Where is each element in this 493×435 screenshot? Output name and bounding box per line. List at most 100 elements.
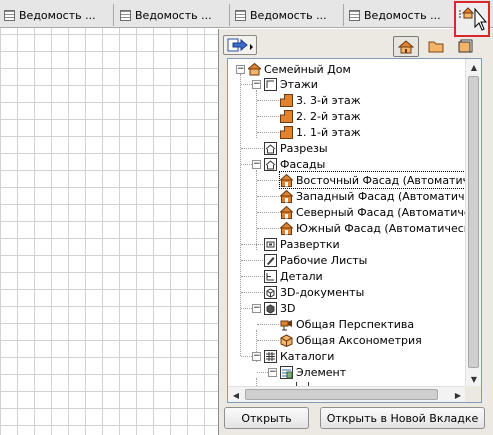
tree-item-details[interactable]: Детали: [264, 268, 323, 284]
tab-label: Ведомость ...: [19, 8, 96, 22]
tree-label: 3D-документы: [280, 285, 365, 299]
tree-label: 1. 1-й этаж: [296, 125, 361, 139]
view-map-button[interactable]: [426, 37, 446, 55]
interior-elevation-icon: [264, 237, 277, 251]
tree-label: Общая Аксонометрия: [296, 333, 422, 347]
element-list-icon: [280, 365, 293, 379]
tree-item-axonometry[interactable]: Общая Аксонометрия: [280, 332, 422, 348]
catalog-table-icon: [264, 349, 277, 363]
tree-item-floor-3[interactable]: 3. 3-й этаж: [280, 92, 361, 108]
tree-item-facade-west[interactable]: Западный Фасад (Автоматичес: [280, 188, 477, 204]
horizontal-scroll-thumb[interactable]: [245, 389, 438, 400]
collapse-toggle[interactable]: −: [236, 65, 245, 74]
tree-line: [241, 356, 252, 357]
tree-line: [241, 84, 252, 85]
tree-item-3d[interactable]: 3D: [264, 300, 295, 316]
tab-separator: [229, 4, 230, 26]
layout-book-icon: [458, 39, 473, 53]
floor-icon: [280, 93, 293, 107]
layout-book-button[interactable]: [456, 37, 476, 55]
section-icon: [264, 141, 277, 155]
tree-line: [257, 132, 279, 133]
collapse-toggle[interactable]: −: [252, 80, 261, 89]
schedule-icon: [120, 9, 131, 21]
tree-line: [241, 164, 252, 165]
tree-line: [241, 244, 263, 245]
tree-item-floors[interactable]: Этажи: [264, 76, 318, 92]
tree-line: [240, 74, 241, 356]
tab-separator: [113, 4, 114, 26]
export-arrow-icon: [227, 38, 253, 52]
tree-item-root[interactable]: Семейный Дом: [248, 61, 351, 77]
tree-line: [241, 308, 252, 309]
tree-item-interior-elevations[interactable]: Развертки: [264, 236, 340, 252]
tree-item-facade-east[interactable]: Восточный Фасад (Автоматиче: [279, 171, 478, 189]
open-in-new-tab-button[interactable]: Открыть в Новой Вкладке: [320, 407, 485, 429]
tab-label: Ведомость ...: [364, 8, 441, 22]
3d-view-icon: [264, 301, 277, 315]
tree-item-catalogs[interactable]: Каталоги: [264, 348, 334, 364]
tree-item-3d-documents[interactable]: 3D-документы: [264, 284, 364, 300]
tree-label: Общая Перспектива: [296, 317, 415, 331]
tree-item-floor-1[interactable]: 1. 1-й этаж: [280, 124, 361, 140]
tree-item-worksheets[interactable]: Рабочие Листы: [264, 252, 367, 268]
floors-icon: [264, 77, 277, 91]
scroll-right-arrow-icon[interactable]: ▶: [450, 387, 466, 402]
collapse-toggle[interactable]: −: [252, 304, 261, 313]
scroll-up-arrow-icon[interactable]: ▲: [466, 59, 481, 75]
tree-line: [257, 372, 268, 373]
tree-line: [257, 340, 279, 341]
tree-label: Северный Фасад (Автоматичес: [296, 205, 477, 219]
tree-vertical-scrollbar[interactable]: ▲ ▼: [465, 59, 481, 387]
tree-label: Западный Фасад (Автоматичес: [296, 189, 478, 203]
tree-item-facades[interactable]: Фасады: [264, 156, 325, 172]
tree-label: Рабочие Листы: [280, 253, 368, 267]
tree-line: [256, 170, 257, 250]
tree-item-element[interactable]: Элемент: [280, 364, 346, 380]
3d-document-icon: [264, 285, 277, 299]
tree-label: 3. 3-й этаж: [296, 93, 361, 107]
tab-4[interactable]: Ведомость ...: [345, 4, 454, 26]
collapse-toggle[interactable]: −: [252, 352, 261, 361]
tree-item-floor-2[interactable]: 2. 2-й этаж: [280, 108, 361, 124]
facade-house-icon: [280, 173, 293, 187]
tree-line: [257, 228, 279, 229]
axonometry-cube-icon: [280, 333, 293, 347]
collapse-toggle[interactable]: −: [268, 368, 277, 377]
tree-line: [256, 90, 257, 138]
navigator-menu-button[interactable]: [223, 35, 257, 55]
scroll-left-arrow-icon[interactable]: ◀: [228, 387, 244, 402]
tree-item-facade-north[interactable]: Северный Фасад (Автоматичес: [280, 204, 477, 220]
worksheet-icon: [264, 253, 277, 267]
tree-item-perspective[interactable]: Общая Перспектива: [280, 316, 414, 332]
tab-2[interactable]: Ведомость ...: [116, 4, 230, 26]
tab-1[interactable]: Ведомость ...: [0, 4, 114, 26]
tree-label: Фасады: [280, 157, 326, 171]
drawing-grid: [0, 28, 218, 435]
tree-line: [257, 196, 279, 197]
navigator-toggle-button[interactable]: [454, 1, 490, 37]
tree-label: Этажи: [280, 77, 318, 91]
facade-house-icon: [280, 205, 293, 219]
tab-3[interactable]: Ведомость ...: [231, 4, 344, 26]
floor-icon: [280, 109, 293, 123]
facade-house-icon: [280, 189, 293, 203]
view-map-folder-icon: [428, 41, 444, 53]
vertical-scroll-thumb[interactable]: [468, 76, 479, 368]
tree-label: Детали: [280, 269, 323, 283]
scroll-down-arrow-icon[interactable]: ▼: [466, 371, 481, 387]
tree-line: [241, 292, 263, 293]
open-button[interactable]: Открыть: [224, 407, 309, 429]
tree-horizontal-scrollbar[interactable]: ◀ ▶: [228, 386, 466, 402]
project-map-button[interactable]: [393, 36, 419, 57]
tree-line: [241, 276, 263, 277]
tree-item-sections[interactable]: Разрезы: [264, 140, 328, 156]
project-tree[interactable]: − Семейный Дом − Этажи 3. 3-й этаж 2. 2-…: [227, 58, 482, 403]
tree-label: Восточный Фасад (Автоматиче: [296, 173, 476, 187]
tree-line: [241, 148, 263, 149]
schedule-icon: [349, 9, 360, 21]
tree-item-facade-south[interactable]: Южный Фасад (Автоматически: [280, 220, 478, 236]
camera-icon: [280, 318, 293, 331]
collapse-toggle[interactable]: −: [252, 160, 261, 169]
navigator-house-icon: [459, 7, 488, 31]
